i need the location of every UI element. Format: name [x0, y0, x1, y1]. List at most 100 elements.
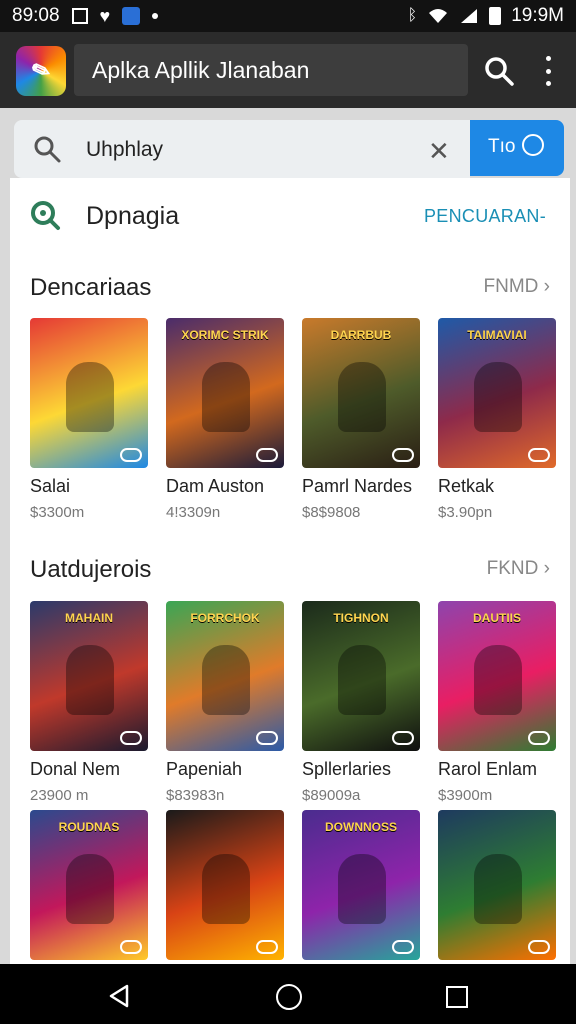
- game-character-art: [202, 362, 250, 432]
- home-icon[interactable]: [276, 984, 302, 1010]
- game-character-art: [202, 645, 250, 715]
- more-options-icon[interactable]: [538, 56, 558, 86]
- game-price: 23900 m: [30, 787, 89, 804]
- bluetooth-icon: ᛒ: [407, 7, 418, 24]
- back-icon[interactable]: [108, 984, 130, 1008]
- search-icon[interactable]: [482, 54, 516, 88]
- game-thumbnail-title: MAHAIN: [65, 611, 113, 625]
- app-notification-icon: [122, 7, 141, 25]
- search-button-label: Tıo: [488, 136, 516, 157]
- game-thumbnail[interactable]: ROUDNAS: [30, 810, 148, 960]
- rating-badge-icon: [256, 448, 278, 462]
- wifi-icon: [429, 9, 448, 23]
- game-thumbnail-title: FORRCHOK: [190, 611, 260, 625]
- game-thumbnail-title: DAUTIIS: [473, 611, 521, 625]
- section-2-title: Uatdujerois: [30, 556, 152, 583]
- rating-badge-icon: [120, 731, 142, 745]
- game-thumbnail[interactable]: XORIMC STRIK: [166, 318, 284, 468]
- results-panel: Dpnagia PENCUARAN- Dencariaas FNMD › Sal…: [10, 178, 570, 964]
- section-2-row: MAHAIN Donal Nem 23900 m FORRCHOK Papeniah $8…: [30, 601, 570, 821]
- game-thumbnail-title: DARRBUB: [330, 328, 392, 342]
- rating-badge-icon: [392, 448, 414, 462]
- rating-badge-icon: [528, 940, 550, 954]
- game-title: Salai: [30, 476, 71, 496]
- game-character-art: [474, 854, 522, 924]
- game-character-art: [66, 645, 114, 715]
- game-thumbnail[interactable]: [30, 318, 148, 468]
- rating-badge-icon: [120, 448, 142, 462]
- section-1-more-label: FNMD: [483, 276, 539, 297]
- game-thumbnail[interactable]: MAHAIN: [30, 601, 148, 751]
- game-title: Dam Auston: [166, 476, 265, 496]
- notification-icon: ♥: [99, 5, 111, 26]
- game-price: $3300m: [30, 504, 85, 521]
- game-title: Papeniah: [166, 759, 243, 779]
- game-price: 4!3309n: [166, 504, 221, 521]
- game-thumbnail-title: TIGHNON: [333, 611, 389, 625]
- game-price: $89009a: [302, 787, 361, 804]
- recent-apps-icon[interactable]: [446, 986, 468, 1008]
- battery-icon: [489, 7, 502, 25]
- game-character-art: [474, 645, 522, 715]
- game-title: Pamrl Nardes: [302, 476, 413, 496]
- rating-badge-icon: [392, 731, 414, 745]
- search-field[interactable]: Uhphlay ✕: [14, 120, 470, 178]
- search-submit-button[interactable]: Tıo: [470, 120, 564, 176]
- game-character-art: [338, 645, 386, 715]
- game-thumbnail[interactable]: [438, 810, 556, 960]
- more-notifications-icon: [152, 13, 159, 19]
- game-thumbnail[interactable]: DARRBUB: [302, 318, 420, 468]
- game-character-art: [338, 854, 386, 924]
- navigation-bar: [0, 964, 576, 1024]
- rating-badge-icon: [528, 731, 550, 745]
- game-character-art: [66, 362, 114, 432]
- game-price: $8$9808: [302, 504, 361, 521]
- chevron-right-icon: ›: [543, 276, 550, 297]
- game-price: $3.90pn: [438, 504, 493, 521]
- status-bar: 89:08 ♥ ᛒ 19:9M: [0, 0, 576, 32]
- section-3-row: ROUDNASPandeciaaiaeUder PanionDOWNNOSSKe…: [30, 810, 570, 964]
- status-time-right: 19:9M: [511, 5, 564, 26]
- search-input[interactable]: Uhphlay: [86, 138, 163, 162]
- search-field-icon: [34, 136, 61, 163]
- rating-badge-icon: [392, 940, 414, 954]
- signal-icon: [461, 9, 478, 23]
- section-2-more-label: FKND: [486, 558, 539, 579]
- game-price: $83983n: [166, 787, 225, 804]
- game-title: Spllerlaries: [302, 759, 392, 779]
- game-character-art: [338, 362, 386, 432]
- game-thumbnail[interactable]: FORRCHOK: [166, 601, 284, 751]
- rating-badge-icon: [256, 940, 278, 954]
- section-1-more-link[interactable]: FNMD ›: [484, 276, 551, 298]
- section-1-row: Salai $3300m XORIMC STRIK Dam Auston 4!3309n…: [30, 318, 570, 538]
- rating-badge-icon: [528, 448, 550, 462]
- chevron-right-icon: ›: [543, 558, 550, 579]
- app-title-box: Aplka Apllik Jlanaban: [74, 44, 468, 96]
- game-thumbnail-title: TAIMAVIAI: [467, 328, 527, 342]
- game-character-art: [202, 854, 250, 924]
- game-thumbnail-title: DOWNNOSS: [325, 820, 397, 834]
- section-2-more-link[interactable]: FKND ›: [487, 558, 550, 580]
- app-bar: ✎ Aplka Apllik Jlanaban: [0, 32, 576, 108]
- game-thumbnail[interactable]: [166, 810, 284, 960]
- rating-badge-icon: [120, 940, 142, 954]
- panel-action-link[interactable]: PENCUARAN-: [424, 206, 546, 227]
- clear-icon[interactable]: ✕: [428, 136, 450, 167]
- panel-title: Dpnagia: [86, 202, 180, 230]
- game-thumbnail[interactable]: TIGHNON: [302, 601, 420, 751]
- game-thumbnail-title: ROUDNAS: [58, 820, 120, 834]
- game-thumbnail-title: XORIMC STRIK: [181, 328, 269, 342]
- tag-icon: [522, 134, 544, 156]
- app-title: Aplka Apllik Jlanaban: [92, 57, 310, 83]
- app-logo-icon[interactable]: ✎: [16, 46, 66, 96]
- game-title: Donal Nem: [30, 759, 121, 779]
- game-title: Rarol Enlam: [438, 759, 538, 779]
- game-title: Retkak: [438, 476, 495, 496]
- game-thumbnail[interactable]: DAUTIIS: [438, 601, 556, 751]
- game-character-art: [66, 854, 114, 924]
- game-thumbnail[interactable]: DOWNNOSS: [302, 810, 420, 960]
- game-price: $3900m: [438, 787, 493, 804]
- game-character-art: [474, 362, 522, 432]
- game-thumbnail[interactable]: TAIMAVIAI: [438, 318, 556, 468]
- panel-search-icon: [31, 201, 60, 230]
